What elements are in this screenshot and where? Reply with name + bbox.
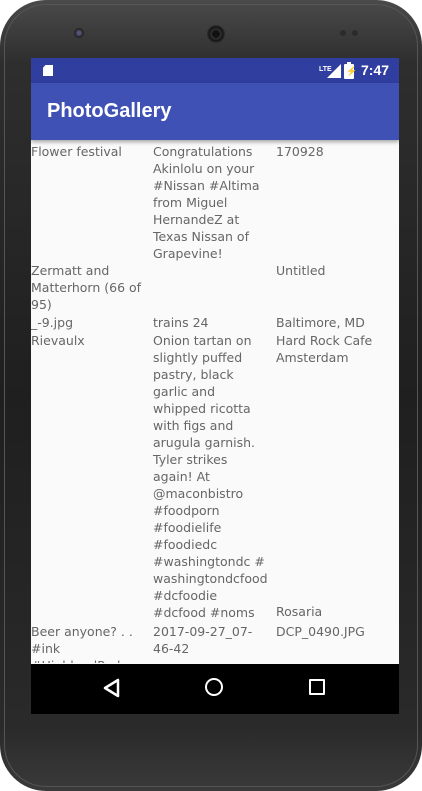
gallery-item[interactable]: DCP_0490.JPG (276, 623, 394, 640)
gallery-item[interactable]: Hard Rock Cafe Amsterdam (276, 332, 394, 366)
network-type-label: LTE (319, 66, 332, 73)
light-sensor (352, 30, 358, 36)
gallery-item[interactable]: _-9.jpg (31, 314, 149, 331)
home-icon[interactable] (205, 678, 223, 696)
status-bar: LTE ⚡ 7:47 (31, 58, 399, 83)
gallery-item[interactable]: 170928 (276, 143, 394, 160)
earpiece-speaker (207, 25, 225, 43)
gallery-item[interactable]: Rosaria (276, 603, 394, 620)
gallery-item[interactable]: Congratulations Akinlolu on your #Nissan… (153, 143, 271, 262)
device-screen: LTE ⚡ 7:47 PhotoGallery Flower festival … (31, 58, 399, 714)
photo-grid[interactable]: Flower festival Congratulations Akinlolu… (31, 141, 399, 663)
gallery-item[interactable]: Zermatt and Matterhorn (66 of 95) (31, 262, 149, 313)
status-clock: 7:47 (361, 62, 390, 78)
gallery-item[interactable]: 2017-09-27_07-46-42 (153, 623, 271, 657)
navigation-bar (31, 664, 399, 714)
sd-card-icon (43, 65, 53, 76)
lte-signal-icon: LTE (319, 64, 341, 78)
gallery-item[interactable]: Baltimore, MD (276, 314, 394, 331)
gallery-item[interactable]: Flower festival (31, 143, 149, 160)
app-bar: PhotoGallery (31, 83, 399, 140)
app-title: PhotoGallery (47, 100, 172, 122)
proximity-sensor (340, 30, 346, 36)
recent-apps-icon[interactable] (309, 679, 325, 695)
front-camera (74, 28, 84, 38)
gallery-item[interactable]: Rievaulx (31, 332, 149, 349)
gallery-item[interactable]: Beer anyone? . . #ink #HighlandPark (31, 623, 149, 663)
gallery-item[interactable]: Untitled (276, 262, 394, 279)
gallery-item[interactable]: trains 24 (153, 314, 271, 331)
gallery-item[interactable]: Onion tartan on slightly puffed pastry, … (153, 332, 271, 621)
back-icon[interactable] (102, 678, 122, 698)
charging-bolt-icon: ⚡ (346, 66, 358, 76)
battery-icon: ⚡ (344, 62, 358, 79)
